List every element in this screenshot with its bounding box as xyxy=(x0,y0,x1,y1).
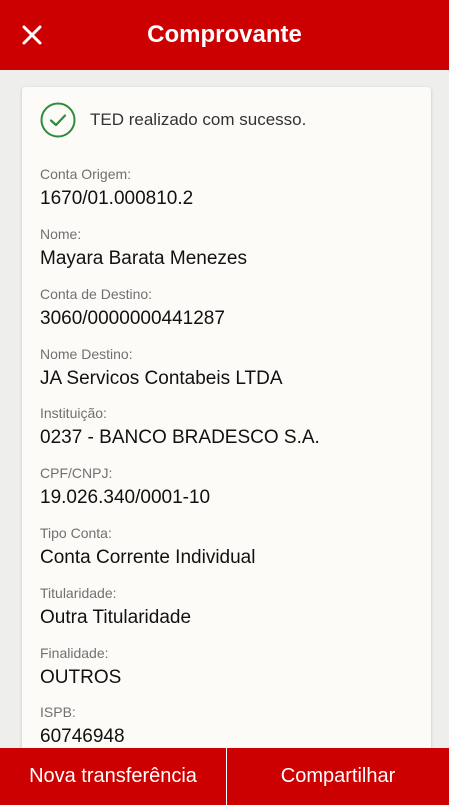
success-message: TED realizado com sucesso. xyxy=(40,102,306,138)
field-finalidade: Finalidade: OUTROS xyxy=(40,644,121,690)
field-label: Conta de Destino: xyxy=(40,286,153,302)
field-instituicao: Instituição: 0237 - BANCO BRADESCO S.A. xyxy=(40,404,320,450)
field-value: Conta Corrente Individual xyxy=(40,547,256,568)
field-label: CPF/CNPJ: xyxy=(40,465,113,481)
receipt-card: TED realizado com sucesso. Conta Origem:… xyxy=(22,87,431,787)
field-value: 19.026.340/0001-10 xyxy=(40,487,211,508)
check-circle-icon xyxy=(40,102,76,138)
field-label: Nome: xyxy=(40,226,82,242)
field-value: OUTROS xyxy=(40,667,122,688)
field-label: Conta Origem: xyxy=(40,166,132,182)
field-value: JA Servicos Contabeis LTDA xyxy=(40,368,283,389)
field-nome-destino: Nome Destino: JA Servicos Contabeis LTDA xyxy=(40,345,283,391)
top-app-bar: Comprovante xyxy=(0,0,449,70)
field-label: ISPB: xyxy=(40,704,76,720)
field-value: 0237 - BANCO BRADESCO S.A. xyxy=(40,427,320,448)
field-tipo-conta: Tipo Conta: Conta Corrente Individual xyxy=(40,524,255,570)
field-label: Instituição: xyxy=(40,405,107,421)
new-transfer-button[interactable]: Nova transferência xyxy=(0,748,226,805)
field-label: Tipo Conta: xyxy=(40,525,112,541)
field-value: 3060/0000000441287 xyxy=(40,308,225,329)
field-label: Finalidade: xyxy=(40,645,109,661)
field-label: Titularidade: xyxy=(40,585,117,601)
bottom-action-bar: Nova transferência Compartilhar xyxy=(0,748,449,805)
field-ispb: ISPB: 60746948 xyxy=(40,703,125,749)
field-value: 60746948 xyxy=(40,726,125,747)
field-label: Nome Destino: xyxy=(40,346,133,362)
field-cpf-cnpj: CPF/CNPJ: 19.026.340/0001-10 xyxy=(40,464,210,510)
share-button[interactable]: Compartilhar xyxy=(227,748,449,805)
field-value: Mayara Barata Menezes xyxy=(40,248,247,269)
field-value: 1670/01.000810.2 xyxy=(40,188,194,209)
page-title: Comprovante xyxy=(147,21,302,48)
success-text: TED realizado com sucesso. xyxy=(90,110,307,129)
field-value: Outra Titularidade xyxy=(40,607,192,628)
field-nome: Nome: Mayara Barata Menezes xyxy=(40,225,247,271)
field-conta-destino: Conta de Destino: 3060/0000000441287 xyxy=(40,285,225,331)
field-titularidade: Titularidade: Outra Titularidade xyxy=(40,584,191,630)
field-conta-origem: Conta Origem: 1670/01.000810.2 xyxy=(40,165,193,211)
